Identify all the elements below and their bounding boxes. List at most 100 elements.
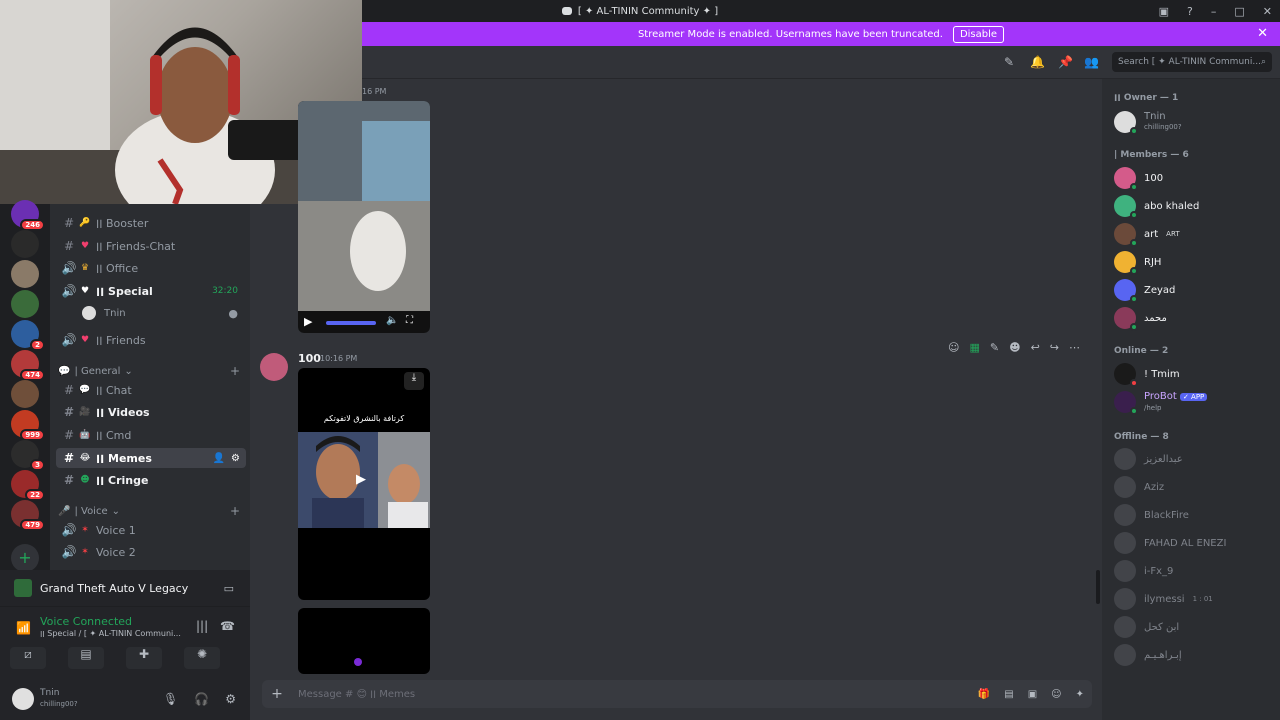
game-activity[interactable]: Grand Theft Auto V Legacy ▭ (0, 570, 250, 606)
offline-member-item[interactable]: i-Fx_9 (1114, 558, 1173, 584)
channel-friends-chat[interactable]: # ♥ ׀׀ Friends-Chat (56, 236, 246, 256)
reply-icon[interactable]: ↩ (1031, 341, 1040, 354)
scrollbar[interactable] (1096, 570, 1100, 604)
member-item[interactable]: محمد (1114, 305, 1167, 331)
volume-icon[interactable]: 🔈 (386, 315, 398, 326)
forward-icon[interactable]: ↪ (1050, 341, 1059, 354)
download-icon[interactable]: ⤓ (404, 372, 424, 390)
member-item[interactable]: abo khaled (1114, 193, 1199, 219)
invite-icon[interactable]: 👤 (213, 453, 225, 464)
offline-member-item[interactable]: ابن كحل (1114, 614, 1179, 640)
server-icon[interactable]: 479 (11, 500, 45, 531)
progress-bar[interactable] (326, 321, 376, 325)
screenshare-button[interactable]: ▤ (68, 647, 104, 669)
stream-icon[interactable]: ▭ (224, 582, 234, 595)
add-server-button[interactable]: + (11, 544, 39, 572)
offline-member-item[interactable]: Aziz (1114, 474, 1164, 500)
offline-member-item[interactable]: إبـراهـيـم (1114, 642, 1182, 668)
mic-icon[interactable]: 🎙 (163, 692, 178, 706)
offline-member-item[interactable]: ilymessi 1 : 01 (1114, 586, 1213, 612)
category-voice[interactable]: 🎤 | Voice ⌄ (58, 506, 120, 517)
channel-special[interactable]: 🔊 ♥ ׀׀ Special 32:20 (56, 281, 246, 301)
gift-icon[interactable]: 🎁 (978, 689, 990, 700)
channel-voice-2[interactable]: 🔊 ✶ Voice 2 (56, 542, 246, 562)
avatar (1114, 448, 1136, 470)
bell-icon[interactable]: 🔔 (1030, 55, 1045, 69)
apps-icon[interactable]: ✦ (1076, 689, 1084, 700)
voice-channel[interactable]: ׀׀ Special / [ ✦ AL-TININ Communi... (40, 629, 190, 638)
member-item[interactable]: art ART (1114, 221, 1180, 247)
noise-icon[interactable]: ||| (196, 619, 208, 633)
video-player[interactable]: ⤓ كرتافة بالنشرق لاتفوتكم ▶ (298, 368, 430, 600)
server-icon[interactable] (11, 230, 39, 258)
search-input[interactable]: Search [ ✦ AL-TININ Communi... ⌕ (1112, 52, 1272, 72)
voice-user-tnin[interactable]: Tnin ● (78, 303, 244, 323)
inbox-icon[interactable]: ▣ (1159, 5, 1169, 18)
server-icon[interactable]: 999 (11, 410, 45, 441)
channel-cmd[interactable]: # 🤖 ׀׀ Cmd (56, 425, 246, 445)
category-general[interactable]: 💬 | General ⌄ (58, 366, 133, 377)
message-author[interactable]: 100 (298, 352, 321, 365)
server-icon[interactable] (11, 290, 39, 318)
channel-office[interactable]: 🔊 ♛ ׀׀ Office (56, 258, 246, 278)
gif-icon[interactable]: ▤ (1004, 689, 1013, 700)
disable-button[interactable]: Disable (952, 25, 1005, 43)
channel-cringe[interactable]: # ☻ ׀׀ Cringe (56, 470, 246, 490)
avatar[interactable] (12, 688, 34, 710)
member-item[interactable]: 100 (1114, 165, 1163, 191)
emoji-picker-icon[interactable]: ☺ (1051, 689, 1061, 700)
channel-videos[interactable]: # 🎥 ׀׀ Videos (56, 402, 246, 422)
server-icon[interactable] (11, 260, 39, 288)
server-icon[interactable] (11, 380, 39, 408)
minimize-button[interactable]: – (1211, 5, 1217, 18)
close-window-button[interactable]: ✕ (1263, 5, 1272, 18)
settings-gear-icon[interactable]: ⚙ (225, 692, 236, 706)
edit-icon[interactable]: ✎ (990, 341, 999, 354)
member-probot[interactable]: ProBot ✓ APP /help (1114, 389, 1208, 415)
video-player-next[interactable] (298, 608, 430, 674)
offline-member-item[interactable]: BlackFire (1114, 502, 1189, 528)
play-icon[interactable]: ▶ (356, 472, 366, 487)
server-icon[interactable]: 3 (11, 440, 45, 471)
pin-icon[interactable]: 📌 (1058, 55, 1073, 69)
member-owner[interactable]: Tnin chilling00? (1114, 109, 1182, 135)
add-attachment-icon[interactable]: + (262, 686, 292, 702)
disconnect-icon[interactable]: ☎ (220, 619, 235, 633)
server-icon[interactable]: 22 (11, 470, 45, 501)
add-channel-icon[interactable]: + (230, 364, 240, 378)
server-icon[interactable]: 246 (11, 200, 45, 231)
member-item[interactable]: RJH (1114, 249, 1161, 275)
headphones-icon[interactable]: 🎧 (194, 692, 209, 706)
activities-button[interactable]: ✚ (126, 647, 162, 669)
member-list-icon[interactable]: 👥 (1084, 55, 1099, 69)
video-player-prev[interactable]: ▶ 🔈 ⛶ (298, 101, 430, 333)
fullscreen-icon[interactable]: ⛶ (406, 315, 413, 326)
add-voice-channel-icon[interactable]: + (230, 504, 240, 518)
gear-icon[interactable]: ⚙ (231, 453, 240, 464)
offline-member-item[interactable]: FAHAD AL ENEZI (1114, 530, 1226, 556)
offline-member-item[interactable]: عبدالعزيز (1114, 446, 1183, 472)
channel-chat[interactable]: # 💬 ׀׀ Chat (56, 380, 246, 400)
channel-voice-1[interactable]: 🔊 ✶ Voice 1 (56, 520, 246, 540)
maximize-button[interactable]: □ (1234, 5, 1244, 18)
channel-memes[interactable]: # 😂 ׀׀ Memes 👤 ⚙ (56, 448, 246, 468)
member-item[interactable]: Zeyad (1114, 277, 1175, 303)
soundboard-button[interactable]: ✺ (184, 647, 220, 669)
channel-friends[interactable]: 🔊 ♥ ׀׀ Friends (56, 330, 246, 350)
app-icon[interactable]: ▦ (969, 341, 979, 354)
avatar[interactable] (260, 353, 288, 381)
message-input[interactable]: + Message # 😊 ׀׀ Memes 🎁 ▤ ▣ ☺ ✦ (262, 680, 1092, 708)
server-icon[interactable]: 2 (11, 320, 45, 351)
play-icon[interactable]: ▶ (304, 315, 312, 328)
camera-off-button[interactable]: ⧄ (10, 647, 46, 669)
member-tmim[interactable]: ! Tmim (1114, 361, 1180, 387)
help-icon[interactable]: ? (1187, 5, 1193, 18)
reaction-icon[interactable]: ☺ (948, 341, 959, 354)
emoji-icon[interactable]: ☻ (1009, 341, 1020, 354)
server-icon[interactable]: 474 (11, 350, 45, 381)
threads-icon[interactable]: ✎ (1004, 55, 1014, 69)
channel-booster[interactable]: # 🔑 ׀׀ Booster (56, 213, 246, 233)
more-icon[interactable]: ⋯ (1069, 341, 1080, 354)
close-banner-icon[interactable]: ✕ (1257, 26, 1268, 41)
sticker-icon[interactable]: ▣ (1028, 689, 1037, 700)
